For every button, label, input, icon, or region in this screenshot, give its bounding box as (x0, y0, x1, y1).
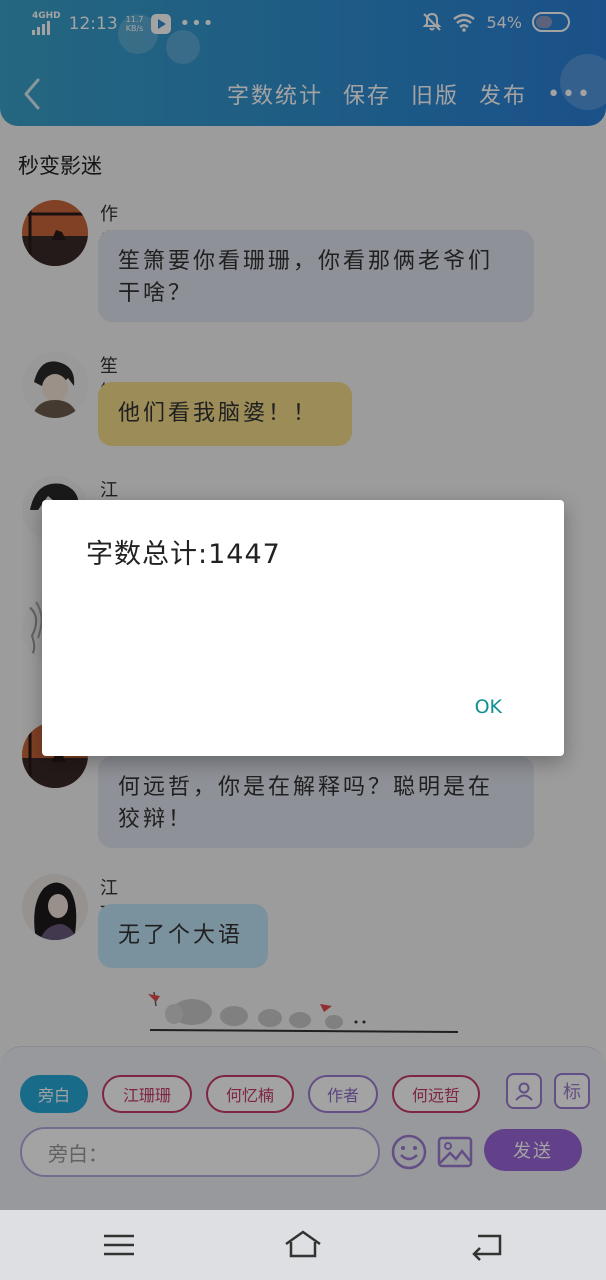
ok-button[interactable]: OK (475, 696, 502, 718)
system-navigation-bar (0, 1210, 606, 1280)
word-count-dialog: 字数总计:1447 OK (42, 500, 564, 756)
home-icon[interactable] (284, 1228, 322, 1262)
back-nav-icon[interactable] (468, 1228, 506, 1262)
menu-icon[interactable] (100, 1228, 138, 1262)
dialog-message: 字数总计:1447 (86, 539, 281, 570)
